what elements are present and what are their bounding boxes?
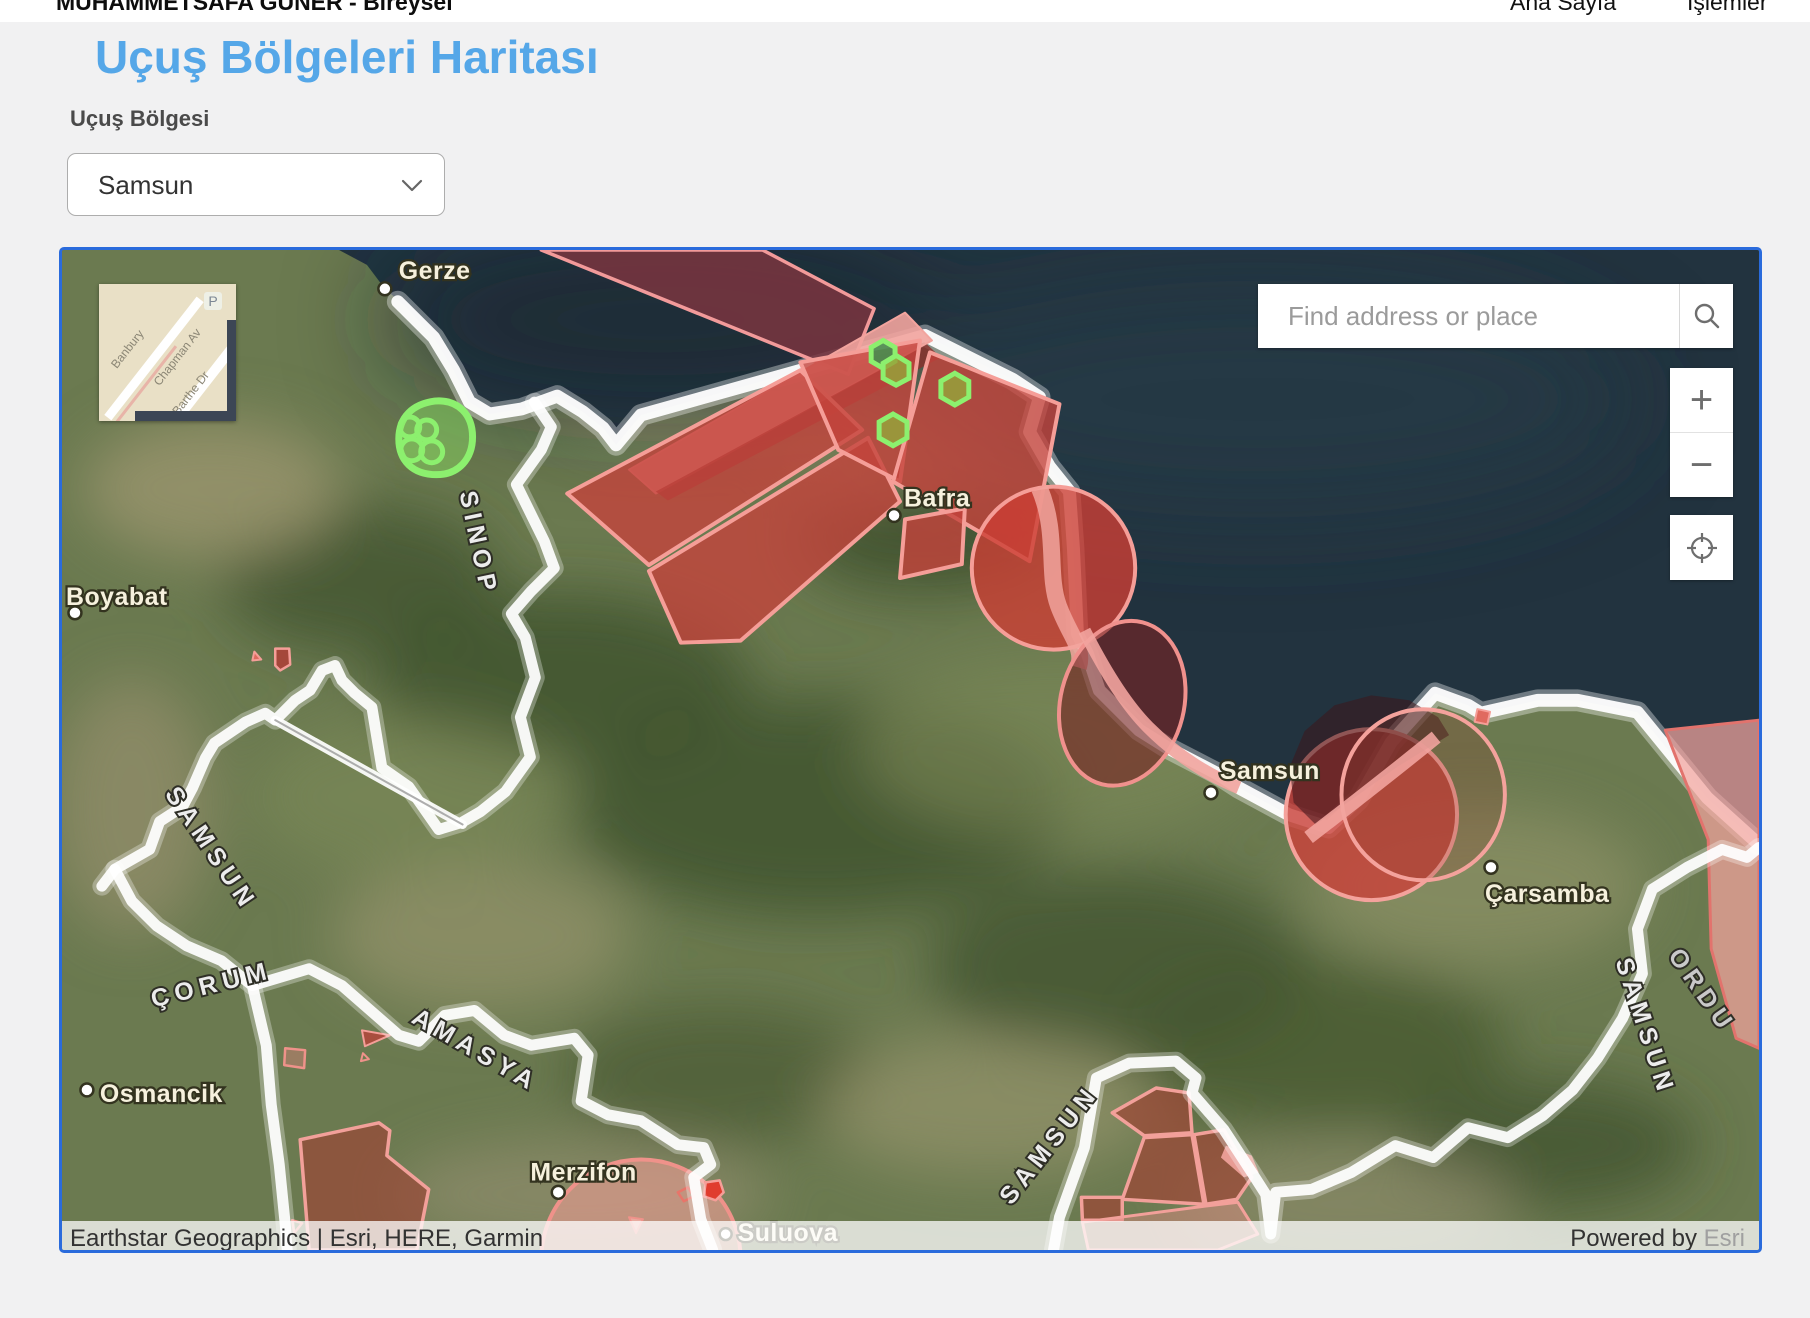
zone-tiny-square[interactable] [1473,708,1492,726]
city-label-osmancik: Osmancik [100,1080,223,1108]
city-dot-gerze [377,281,393,297]
powered-by: Powered by Esri [1570,1224,1759,1252]
city-label-bafra: Bafra [904,484,970,512]
flight-zone-select-wrap: Samsun [67,153,445,216]
page-title: Uçuş Bölgeleri Haritası [95,31,599,83]
locate-button[interactable] [1670,515,1733,580]
nav-home-link[interactable]: Ana Sayfa [1510,0,1616,16]
city-label-samsun: Samsun [1220,757,1320,785]
zoom-control: + − [1670,368,1733,497]
powered-by-text: Powered by [1570,1224,1697,1252]
zone-green-ring-4[interactable] [418,438,446,466]
zone-green-ring-2[interactable] [414,417,440,443]
city-label-carsamba: Çarsamba [1485,880,1609,908]
powered-by-esri-link[interactable]: Esri [1704,1225,1745,1251]
top-bar: MUHAMMETSAFA GÜNER - Bireysel Ana Sayfa … [0,0,1810,22]
map-attribution: Earthstar Geographics | Esri, HERE, Garm… [62,1221,1759,1252]
city-dot-samsun [1203,785,1219,801]
nav-islemler-link[interactable]: İşlemler [1687,0,1768,16]
city-label-boyabat: Boyabat [66,583,168,611]
locate-icon [1686,532,1717,563]
zone-green-hex-2[interactable] [880,352,912,389]
city-dot-carsamba [1483,859,1499,875]
map-search [1258,284,1733,348]
zone-bafra-diamond[interactable] [898,506,967,581]
city-label-gerze: Gerze [399,257,471,285]
zone-green-hex-3[interactable] [876,411,910,449]
flight-zone-label: Uçuş Bölgesi [70,106,210,131]
city-dot-merzifon [550,1184,566,1201]
zone-small-rect[interactable] [274,647,292,672]
flight-zone-select[interactable]: Samsun [67,153,445,216]
inset-dark-edge [135,411,236,421]
search-button[interactable] [1679,284,1733,348]
flight-zones-page: MUHAMMETSAFA GÜNER - Bireysel Ana Sayfa … [0,0,1810,1318]
search-input[interactable] [1258,284,1679,348]
city-dot-osmancik [79,1082,95,1098]
inset-dark-edge [227,320,236,421]
user-name: MUHAMMETSAFA GÜNER - Bireysel [56,0,453,15]
zone-amasya-diamond[interactable] [282,1046,307,1070]
zone-green-hex-4[interactable] [938,370,972,408]
city-dot-bafra [886,507,902,524]
zoom-out-button[interactable]: − [1670,433,1733,497]
city-label-merzifon: Merzifon [530,1158,636,1186]
map-canvas[interactable]: SINOP SAMSUN SAMSUN SAMSUN ORDU ÇORUM AM… [62,250,1759,1250]
attribution-sources: Earthstar Geographics | Esri, HERE, Garm… [70,1224,544,1252]
search-icon [1694,303,1719,329]
inset-road-label: Banbury [108,327,147,371]
zoom-in-button[interactable]: + [1670,368,1733,433]
basemap-toggle[interactable]: Banbury Chapman Av Barthe Dr P [99,284,236,421]
map-container: SINOP SAMSUN SAMSUN SAMSUN ORDU ÇORUM AM… [59,247,1762,1253]
parking-icon: P [204,292,222,310]
